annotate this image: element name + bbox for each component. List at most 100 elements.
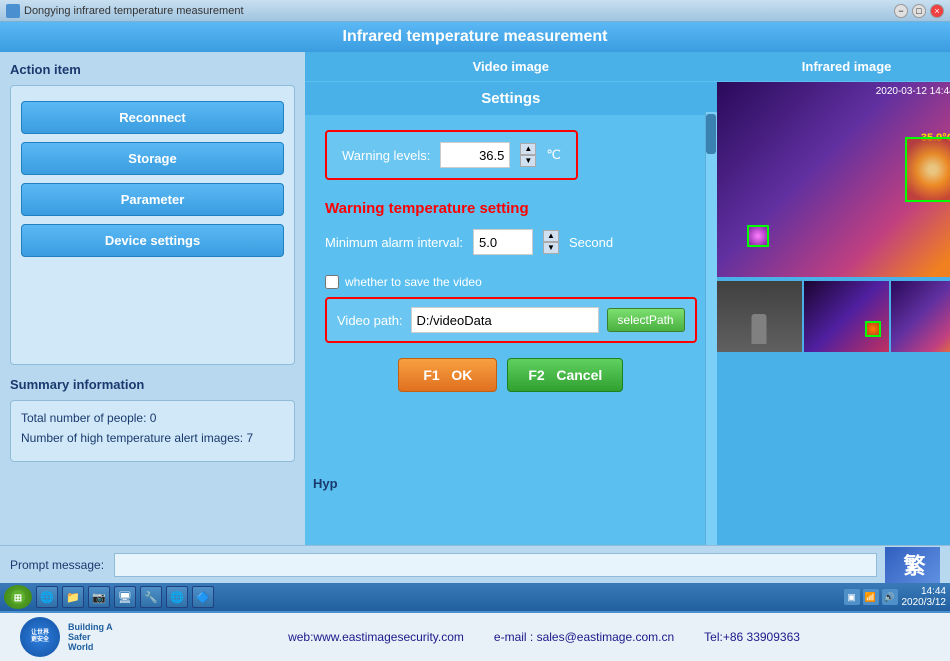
thumbnail-1[interactable] — [717, 281, 802, 352]
ok-label: OK — [451, 367, 472, 383]
reconnect-button[interactable]: Reconnect — [21, 101, 284, 134]
f1-ok-button[interactable]: F1 OK — [398, 358, 497, 392]
scroll-thumb[interactable] — [706, 114, 716, 154]
tray-icon-2[interactable]: 📶 — [863, 589, 879, 605]
thumbnail-3[interactable] — [891, 281, 950, 352]
footer-web: web:www.eastimagesecurity.com — [288, 630, 464, 644]
alarm-spin-down[interactable]: ▼ — [543, 242, 559, 254]
system-tray: ▣ 📶 🔊 — [844, 589, 898, 605]
second-label: Second — [569, 235, 613, 250]
total-people-label: Total number of people: — [21, 411, 146, 425]
time-display: 14:44 — [902, 586, 947, 597]
select-path-button[interactable]: selectPath — [607, 308, 685, 332]
device-settings-button[interactable]: Device settings — [21, 224, 284, 257]
save-video-checkbox[interactable] — [325, 275, 339, 289]
settings-panel: Settings Warning levels: ▲ ▼ ℃ — [305, 82, 717, 545]
taskbar: ⊞ 🌐 📁 📷 🖥 🔧 🌐 🔷 ▣ 📶 🔊 14:44 2020/3/12 — [0, 583, 950, 611]
spin-down[interactable]: ▼ — [520, 155, 536, 167]
footer: 让世界更安全 Building A Safer World web:www.ea… — [0, 611, 950, 661]
footer-email: e-mail : sales@eastimage.com.cn — [494, 630, 674, 644]
infrared-timestamp: 2020-03-12 14:44:42 — [876, 86, 950, 97]
logo-circle: 让世界更安全 — [20, 617, 60, 657]
logo-text: 让世界更安全 — [31, 630, 49, 644]
high-temp-label: Number of high temperature alert images: — [21, 431, 243, 445]
small-detection-box — [747, 225, 769, 247]
footer-tel: Tel:+86 33909363 — [704, 630, 800, 644]
f1-label: F1 — [423, 367, 439, 383]
warning-levels-input[interactable] — [440, 142, 510, 168]
high-temp-row: Number of high temperature alert images:… — [21, 431, 284, 445]
alarm-interval-row: Minimum alarm interval: ▲ ▼ Second — [325, 229, 697, 255]
footer-contact: web:www.eastimagesecurity.com e-mail : s… — [158, 630, 930, 644]
save-video-row: whether to save the video — [325, 275, 697, 289]
total-people-row: Total number of people: 0 — [21, 411, 284, 425]
infrared-panel: 2020-03-12 14:44:42 35.9°C — [717, 82, 950, 545]
warning-levels-label: Warning levels: — [342, 148, 430, 163]
f2-label: F2 — [528, 367, 544, 383]
prompt-message-box — [114, 553, 877, 577]
settings-body: Warning levels: ▲ ▼ ℃ Warning temperatur… — [305, 115, 717, 407]
infrared-image-label: Infrared image — [717, 52, 950, 82]
video-path-input[interactable] — [411, 307, 599, 333]
panel-top-row: Video image Infrared image — [305, 52, 950, 82]
infrared-thumbnails — [717, 277, 950, 352]
warning-levels-box: Warning levels: ▲ ▼ ℃ — [325, 130, 578, 180]
prompt-label: Prompt message: — [10, 558, 104, 572]
video-path-label: Video path: — [337, 313, 403, 328]
taskbar-explorer[interactable]: 🌐 — [36, 586, 58, 608]
titlebar-title: Dongying infrared temperature measuremen… — [24, 5, 894, 17]
scrollbar[interactable] — [705, 112, 717, 545]
start-button[interactable]: ⊞ — [4, 585, 32, 609]
high-temp-value: 7 — [246, 431, 253, 445]
video-image-label: Video image — [305, 52, 717, 82]
prompt-watermark: 繁 — [885, 547, 940, 583]
cancel-label: Cancel — [556, 367, 602, 383]
action-section-title: Action item — [10, 62, 295, 77]
maximize-button[interactable]: □ — [912, 4, 926, 18]
hyp-label: Hyp — [305, 472, 346, 495]
left-panel: Action item Reconnect Storage Parameter … — [0, 52, 305, 545]
taskbar-app4[interactable]: 🌐 — [166, 586, 188, 608]
taskbar-app5[interactable]: 🔷 — [192, 586, 214, 608]
main-panel: Video image Infrared image Settings Warn… — [305, 52, 950, 545]
close-button[interactable]: × — [930, 4, 944, 18]
dialog-action-row: F1 OK F2 Cancel — [325, 358, 697, 392]
title-bar: Dongying infrared temperature measuremen… — [0, 0, 950, 22]
main-content-area: Settings Warning levels: ▲ ▼ ℃ — [305, 82, 950, 545]
window-controls: − □ × — [894, 4, 944, 18]
taskbar-file[interactable]: 📁 — [62, 586, 84, 608]
infrared-main-image: 2020-03-12 14:44:42 35.9°C — [717, 82, 950, 277]
alarm-spin-up[interactable]: ▲ — [543, 230, 559, 242]
tray-icon-3[interactable]: 🔊 — [882, 589, 898, 605]
video-path-box: Video path: selectPath — [325, 297, 697, 343]
total-people-value: 0 — [150, 411, 157, 425]
footer-logo: 让世界更安全 Building A Safer World — [20, 617, 118, 657]
alarm-interval-label: Minimum alarm interval: — [325, 235, 463, 250]
face-detection-box — [905, 137, 950, 202]
app-icon — [6, 4, 20, 18]
parameter-button[interactable]: Parameter — [21, 183, 284, 216]
app-body: Action item Reconnect Storage Parameter … — [0, 52, 950, 545]
taskbar-app2[interactable]: 🖥 — [114, 586, 136, 608]
date-display: 2020/3/12 — [902, 597, 947, 608]
spin-up[interactable]: ▲ — [520, 143, 536, 155]
bottom-panel: Prompt message: 繁 — [0, 545, 950, 583]
minimize-button[interactable]: − — [894, 4, 908, 18]
windows-icon: ⊞ — [10, 589, 26, 605]
alarm-spinner[interactable]: ▲ ▼ — [543, 230, 559, 254]
storage-button[interactable]: Storage — [21, 142, 284, 175]
alarm-interval-input[interactable] — [473, 229, 533, 255]
face-heat-visualization — [907, 139, 950, 200]
settings-title: Settings — [305, 82, 717, 115]
warning-temp-title: Warning temperature setting — [325, 200, 697, 217]
thumbnail-2[interactable] — [804, 281, 889, 352]
summary-box: Total number of people: 0 Number of high… — [10, 400, 295, 462]
taskbar-app1[interactable]: 📷 — [88, 586, 110, 608]
warning-spinner[interactable]: ▲ ▼ — [520, 143, 536, 167]
svg-text:⊞: ⊞ — [14, 593, 22, 604]
f2-cancel-button[interactable]: F2 Cancel — [507, 358, 623, 392]
tray-icon-1[interactable]: ▣ — [844, 589, 860, 605]
main-header: Infrared temperature measurement — [0, 22, 950, 52]
main-title: Infrared temperature measurement — [343, 28, 608, 45]
taskbar-app3[interactable]: 🔧 — [140, 586, 162, 608]
